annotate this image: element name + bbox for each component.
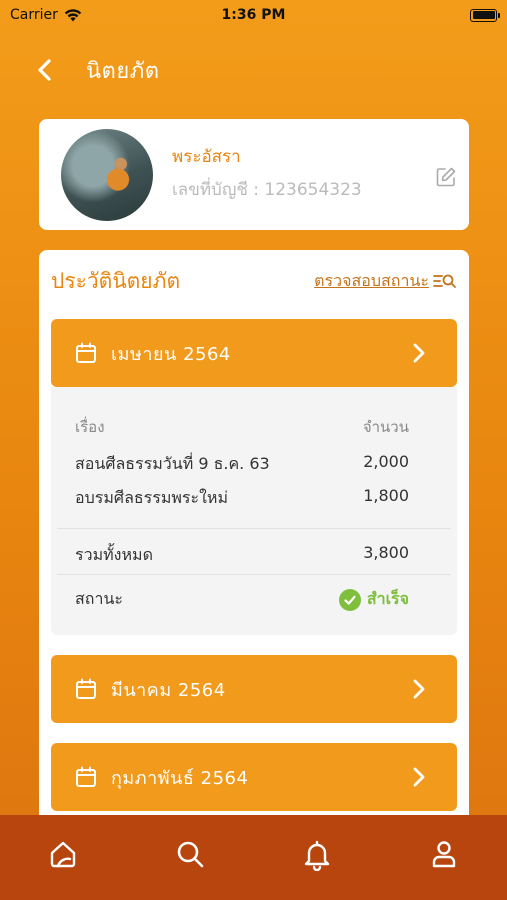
calendar-icon <box>76 678 96 699</box>
chevron-right-icon <box>413 679 425 699</box>
bell-icon <box>304 840 330 871</box>
back-button[interactable] <box>32 56 56 84</box>
month-detail-panel: เรื่อง จำนวน สอนศีลธรรมวันที่ 9 ธ.ค. 63 … <box>51 387 457 635</box>
account-number: เลขที่บัญชี : 123654323 <box>172 179 362 200</box>
month-item-february[interactable]: กุมภาพันธ์ 2564 <box>51 743 457 811</box>
status-left: Carrier <box>10 7 82 23</box>
status-row: สถานะ สำเร็จ <box>75 587 409 612</box>
chevron-left-icon <box>38 59 51 81</box>
user-icon <box>432 841 455 868</box>
edit-button[interactable] <box>435 166 457 188</box>
history-header: ประวัตินิตยภัต ตรวจสอบสถานะ <box>51 266 457 296</box>
edit-icon <box>436 167 456 187</box>
avatar <box>61 128 153 221</box>
profile-name: พระอัสรา <box>172 146 241 167</box>
total-amount: 3,800 <box>363 543 409 562</box>
wifi-icon <box>64 8 82 21</box>
detail-row: อบรมศีลธรรมพระใหม่ 1,800 <box>75 486 409 511</box>
profile-card: พระอัสรา เลขที่บัญชี : 123654323 <box>39 119 469 230</box>
divider <box>57 574 451 575</box>
total-row: รวมทั้งหมด 3,800 <box>75 543 409 568</box>
month-item-march[interactable]: มีนาคม 2564 <box>51 655 457 723</box>
calendar-icon <box>76 766 96 787</box>
nav-bar: นิตยภัต <box>0 50 507 90</box>
tab-search[interactable] <box>170 839 210 879</box>
month-item-april[interactable]: เมษายน 2564 <box>51 319 457 387</box>
subject-column-header: เรื่อง <box>75 418 105 436</box>
divider <box>57 528 451 529</box>
tab-profile[interactable] <box>424 839 464 879</box>
chevron-right-icon <box>413 767 425 787</box>
list-search-icon <box>433 274 456 288</box>
status-label: สถานะ <box>75 589 123 608</box>
check-status-label: ตรวจสอบสถานะ <box>314 270 429 290</box>
status-value: สำเร็จ <box>366 589 409 608</box>
tab-notifications[interactable] <box>297 839 337 879</box>
check-circle-icon <box>338 588 361 611</box>
check-status-link[interactable]: ตรวจสอบสถานะ <box>314 269 457 294</box>
history-card: ประวัตินิตยภัต ตรวจสอบสถานะ เมษายน 2564 … <box>39 250 469 830</box>
profile-info: พระอัสรา เลขที่บัญชี : 123654323 <box>172 147 362 203</box>
carrier-label: Carrier <box>10 7 58 23</box>
chevron-right-icon <box>413 343 425 363</box>
month-label: มีนาคม 2564 <box>111 679 226 701</box>
month-label: เมษายน 2564 <box>111 343 231 365</box>
tab-home[interactable] <box>43 839 83 879</box>
detail-subject: อบรมศีลธรรมพระใหม่ <box>75 488 229 507</box>
amount-column-header: จำนวน <box>362 418 409 436</box>
detail-row: สอนศีลธรรมวันที่ 9 ธ.ค. 63 2,000 <box>75 452 409 477</box>
month-label: กุมภาพันธ์ 2564 <box>111 767 249 789</box>
battery-icon <box>470 8 500 22</box>
tab-bar <box>0 815 507 900</box>
detail-amount: 2,000 <box>363 452 409 471</box>
detail-amount: 1,800 <box>363 486 409 505</box>
page-title: นิตยภัต <box>86 58 160 84</box>
status-time: 1:36 PM <box>221 7 286 23</box>
total-label: รวมทั้งหมด <box>75 545 153 564</box>
history-title: ประวัตินิตยภัต <box>51 268 181 293</box>
status-badge: สำเร็จ <box>338 587 409 612</box>
detail-header: เรื่อง จำนวน <box>75 415 409 439</box>
home-icon <box>51 841 76 868</box>
status-bar: Carrier 1:36 PM <box>0 0 507 30</box>
search-icon <box>177 841 204 868</box>
detail-subject: สอนศีลธรรมวันที่ 9 ธ.ค. 63 <box>75 454 270 473</box>
calendar-icon <box>76 342 96 363</box>
